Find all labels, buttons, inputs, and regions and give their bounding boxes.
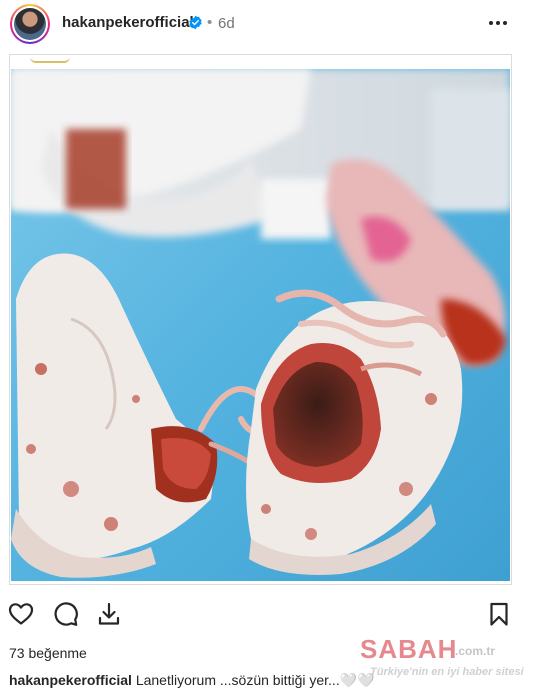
username-link[interactable]: hakanpekerofficial [62, 14, 194, 31]
shoes-photo-illustration [11, 69, 510, 581]
more-dot-icon [503, 21, 507, 25]
caption-username[interactable]: hakanpekerofficial [9, 672, 132, 688]
post-actions [0, 600, 549, 632]
watermark-tagline: Türkiye'nin en iyi haber sitesi [370, 666, 524, 678]
more-dot-icon [496, 21, 500, 25]
verified-badge-icon [189, 15, 202, 30]
post-caption: hakanpekerofficial Lanetliyorum ...sözün… [9, 672, 375, 689]
watermark-domain: .com.tr [455, 644, 496, 658]
post-media-frame [9, 54, 512, 585]
heart-icon[interactable] [7, 600, 35, 628]
separator-dot: • [207, 14, 213, 31]
avatar[interactable] [10, 4, 50, 44]
comment-icon[interactable] [51, 600, 79, 628]
caption-text: Lanetliyorum ...sözün bittiği yer...🤍🤍 [135, 672, 375, 688]
post-photo[interactable] [11, 69, 510, 581]
sabah-watermark: SABAH .com.tr Türkiye'nin en iyi haber s… [360, 630, 545, 686]
likes-count[interactable]: 73 beğenme [9, 645, 87, 661]
post-age[interactable]: 6d [218, 15, 235, 32]
more-options-button[interactable] [486, 14, 510, 32]
watermark-logo: SABAH [360, 634, 458, 664]
post-header: hakanpekerofficial • 6d [0, 0, 549, 48]
embedded-avatar-edge [30, 57, 70, 63]
avatar-photo [14, 8, 46, 40]
bookmark-icon[interactable] [485, 600, 513, 628]
download-icon[interactable] [95, 600, 123, 628]
more-dot-icon [489, 21, 493, 25]
